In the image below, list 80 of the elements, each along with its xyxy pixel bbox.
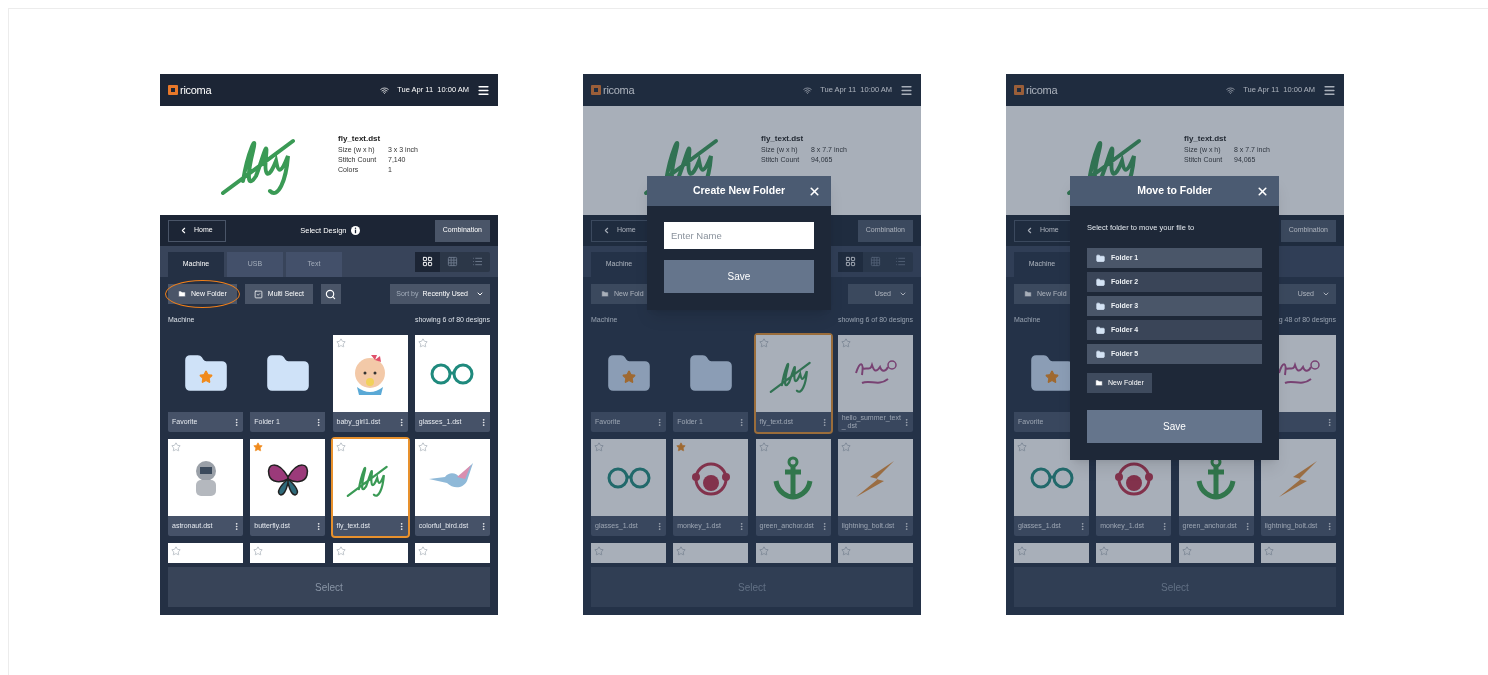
favorite-star-icon[interactable] [1263,546,1274,556]
dialog-title: Create New Folder [692,183,786,199]
favorite-star-icon[interactable] [758,442,769,452]
wifi-icon [380,85,390,95]
logo-icon [591,85,601,95]
menu-icon[interactable] [900,83,913,97]
folder-plus-icon [178,290,186,298]
list-icon [895,256,906,267]
favorite-star-icon[interactable] [758,546,769,556]
menu-icon[interactable] [477,83,490,97]
dialog-title: Move to Folder [1137,183,1212,199]
favorite-star-icon[interactable] [1181,546,1192,556]
preview-file-name: fly_text.dst [761,134,805,144]
favorite-star-icon[interactable] [840,442,851,452]
back-icon [602,226,611,235]
view-toggle[interactable] [838,251,863,272]
search-icon [325,288,337,300]
logo-icon [168,85,178,95]
folder-icon [1096,349,1105,359]
brand-name: ricoma [180,82,212,98]
more-icon[interactable] [1078,521,1087,531]
favorite-star-icon[interactable] [1099,546,1110,556]
favorite-star-icon[interactable] [335,338,346,348]
favorite-star-icon[interactable] [171,442,181,452]
more-icon[interactable] [655,417,664,427]
more-icon[interactable] [232,521,241,531]
small-grid-icon [447,256,458,267]
wifi-icon [803,85,813,95]
back-icon [1025,226,1034,235]
folder-plus-icon [601,290,609,298]
folder-plus-icon [1024,290,1032,298]
save-button[interactable]: Save [664,260,814,293]
menu-icon[interactable] [1323,83,1336,97]
favorite-star-icon[interactable] [335,546,346,556]
chevron-down-icon [1322,290,1330,298]
favorite-star-icon[interactable] [676,442,687,452]
checkbox-icon [253,289,263,299]
folder-icon [1096,253,1105,263]
list-icon [472,256,483,267]
large-grid-icon [845,256,856,267]
preview-file-name: fly_text.dst [338,134,382,144]
preview-file-name: fly_text.dst [1184,134,1228,144]
folder-name-field[interactable]: Enter Name [664,222,814,249]
favorite-star-icon[interactable] [676,546,687,556]
favorite-star-icon[interactable] [253,546,264,556]
favorite-star-icon[interactable] [594,546,604,556]
folder-icon [1096,277,1105,287]
favorite-star-icon[interactable] [758,338,769,348]
favorite-star-icon[interactable] [417,338,428,348]
brand-name: ricoma [603,82,635,98]
close-icon[interactable] [808,184,821,198]
favorite-star-icon[interactable] [253,442,264,452]
more-icon[interactable] [232,417,241,427]
favorite-star-icon[interactable] [417,442,428,452]
folder-plus-icon [1095,379,1103,388]
favorite-star-icon[interactable] [1017,442,1027,452]
select-button[interactable]: Select [168,567,490,607]
favorite-star-icon[interactable] [594,442,604,452]
folder-icon [1096,325,1105,335]
favorite-star-icon[interactable] [335,442,346,452]
favorite-star-icon[interactable] [840,338,851,348]
brand-name: ricoma [1026,82,1058,98]
view-toggle[interactable] [415,251,440,272]
wifi-icon [1226,85,1236,95]
logo-icon [1014,85,1024,95]
large-grid-icon [422,256,433,267]
info-icon[interactable] [351,226,361,235]
search-button[interactable] [321,284,341,304]
folder-icon [1096,301,1105,311]
chevron-down-icon [476,290,484,298]
favorite-star-icon[interactable] [840,546,851,556]
save-button[interactable]: Save [1087,410,1262,444]
favorite-star-icon[interactable] [1017,546,1027,556]
more-icon[interactable] [655,521,664,531]
favorite-star-icon[interactable] [171,546,181,556]
back-icon [179,226,188,235]
favorite-star-icon[interactable] [417,546,428,556]
close-icon[interactable] [1256,184,1269,198]
small-grid-icon [870,256,881,267]
chevron-down-icon [899,290,907,298]
